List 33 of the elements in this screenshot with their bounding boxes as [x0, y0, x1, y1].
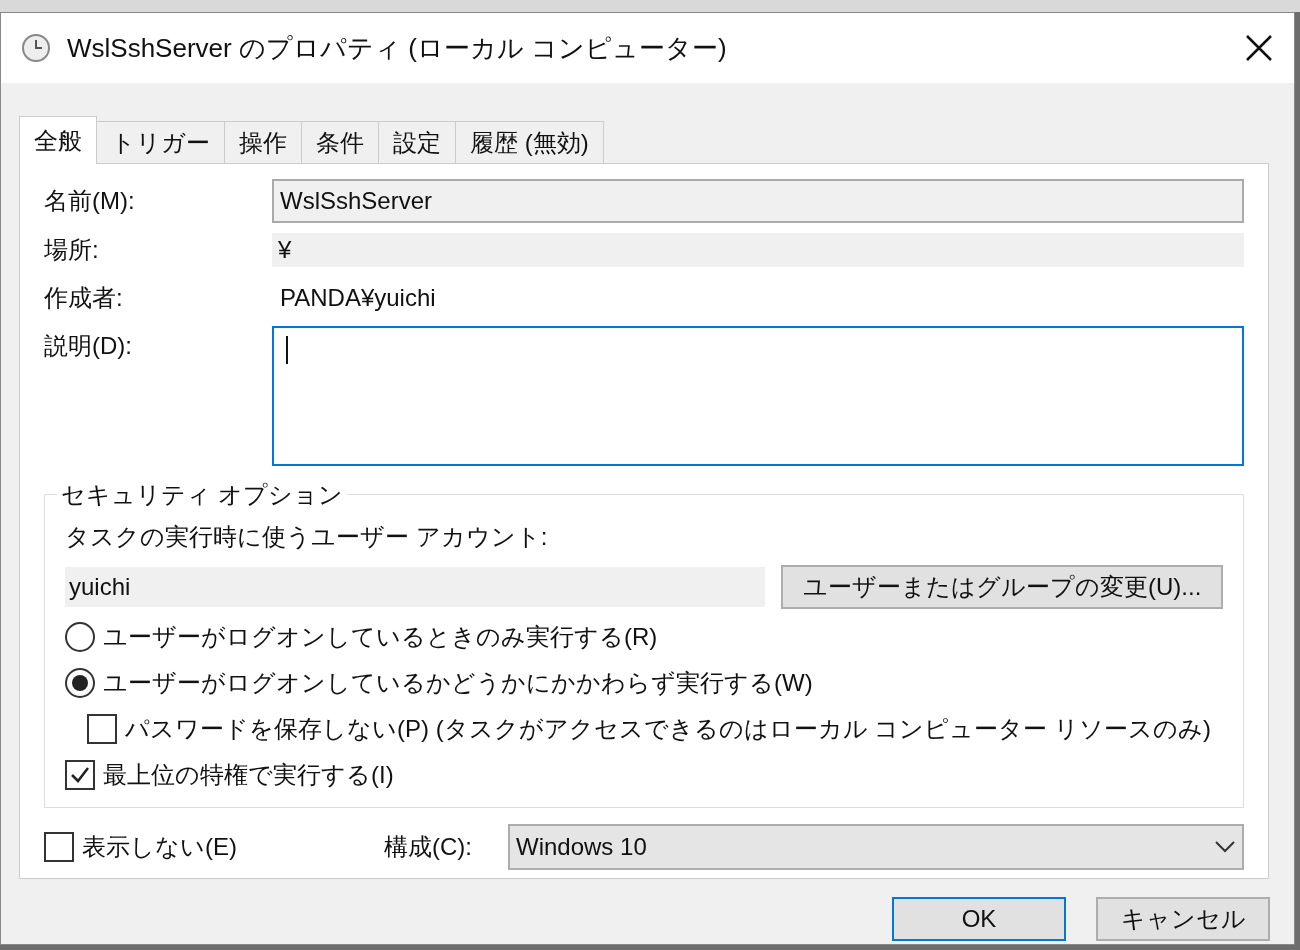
radio-button[interactable]	[65, 668, 95, 698]
checkbox[interactable]	[87, 714, 117, 744]
option-label: ユーザーがログオンしているかどうかにかかわらず実行する(W)	[103, 668, 813, 698]
checkbox[interactable]	[44, 832, 74, 862]
checkbox-label: 表示しない(E)	[82, 832, 237, 862]
description-field[interactable]	[272, 326, 1244, 466]
option-label: ユーザーがログオンしているときのみ実行する(R)	[103, 622, 658, 652]
field-label: 作成者:	[44, 283, 124, 313]
window-title: WslSshServer のプロパティ (ローカル コンピューター)	[67, 31, 728, 65]
tab[interactable]: 全般	[19, 116, 97, 164]
close-icon[interactable]	[1244, 33, 1274, 63]
dropdown-value: Windows 10	[516, 832, 648, 862]
tab[interactable]: 履歴 (無効)	[455, 121, 604, 163]
change-user-button[interactable]: ユーザーまたはグループの変更(U)...	[781, 565, 1223, 609]
configure-dropdown[interactable]: Windows 10	[508, 824, 1244, 870]
account-field: yuichi	[65, 567, 766, 607]
field-label: 場所:	[44, 235, 100, 265]
account-label: タスクの実行時に使うユーザー アカウント:	[65, 522, 549, 552]
option-label: パスワードを保存しない(P) (タスクがアクセスできるのはローカル コンピューター リソースのみ)	[125, 714, 1211, 744]
text-caret	[286, 336, 288, 364]
radio-button[interactable]	[65, 622, 95, 652]
option-label: 最上位の特権で実行する(I)	[103, 760, 394, 790]
checkbox[interactable]	[65, 760, 95, 790]
clock-icon	[21, 33, 51, 63]
field-label: 名前(M):	[44, 186, 136, 216]
name-field[interactable]: WslSshServer	[272, 179, 1244, 223]
dialog-button[interactable]: キャンセル	[1096, 897, 1270, 941]
field-label: 構成(C):	[384, 832, 473, 862]
chevron-down-icon	[1214, 840, 1236, 854]
author-value: PANDA¥yuichi	[279, 283, 437, 313]
location-field: ¥	[272, 233, 1244, 267]
dialog-button[interactable]: OK	[892, 897, 1066, 941]
field-label: 説明(D):	[44, 331, 133, 361]
